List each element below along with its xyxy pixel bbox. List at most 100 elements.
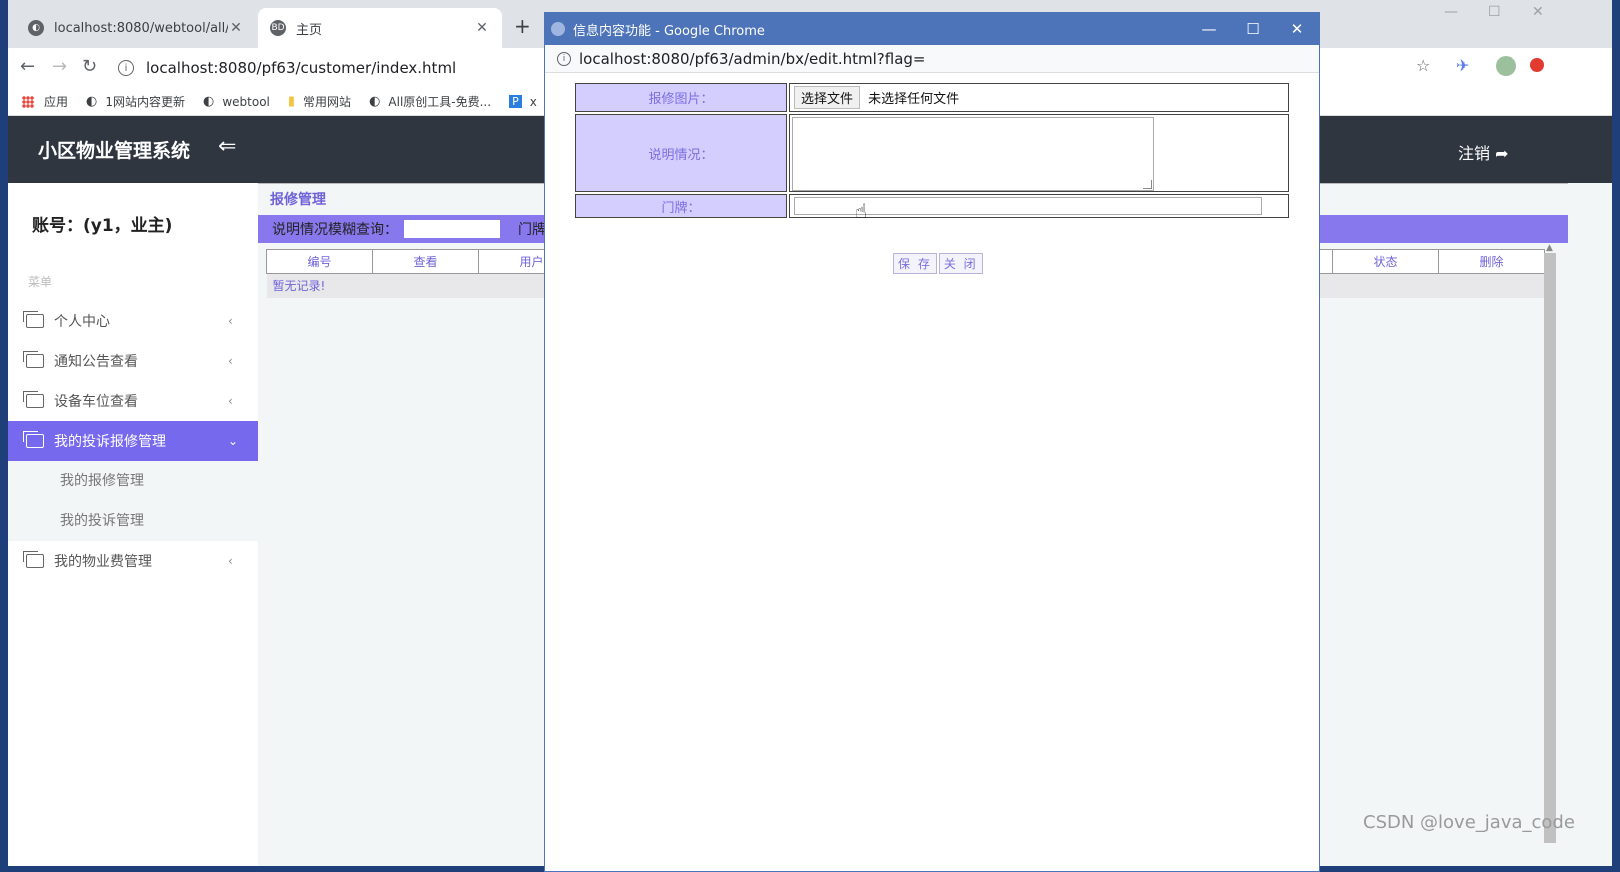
description-field [789, 114, 1289, 192]
image-label: 报修图片： [575, 83, 787, 112]
column-header: 状态 [1332, 249, 1439, 274]
scroll-thumb[interactable] [1544, 253, 1556, 843]
choose-file-button[interactable]: 选择文件 [794, 86, 861, 109]
maximize-icon[interactable]: ☐ [1488, 4, 1501, 20]
globe-icon: ◐ [369, 94, 381, 109]
search-input[interactable] [404, 220, 500, 238]
sidebar-item-complaints-repairs[interactable]: 我的投诉报修管理 ⌄ [8, 421, 258, 461]
popup-title: 信息内容功能 - Google Chrome [573, 23, 765, 39]
bookmark-item[interactable]: P x [509, 95, 537, 109]
hand-cursor-icon: ☝ [855, 199, 868, 223]
description-label: 说明情况： [575, 114, 787, 192]
chevron-down-icon: ⌄ [228, 434, 239, 448]
repair-form: 报修图片： 选择文件 未选择任何文件 说明情况： 门牌： [573, 81, 1291, 220]
profile-avatar[interactable] [1496, 56, 1516, 76]
apps-grid-icon [22, 95, 34, 108]
bookmark-label: 1网站内容更新 [105, 95, 185, 109]
column-header: 编号 [266, 249, 373, 274]
sidebar-item-label: 设备车位查看 [54, 394, 138, 410]
bookmark-apps[interactable]: 应用 [22, 93, 68, 110]
forward-icon[interactable]: → [52, 56, 67, 77]
minimize-icon[interactable]: — [1187, 20, 1231, 38]
back-icon[interactable]: ← [20, 56, 35, 77]
star-icon[interactable]: ☆ [1416, 56, 1430, 75]
sidebar-item-label: 通知公告查看 [54, 354, 138, 370]
popup-address-bar[interactable]: i localhost:8080/pf63/admin/bx/edit.html… [545, 45, 1319, 73]
bookmark-label: All原创工具-免费... [388, 95, 492, 109]
tab-home[interactable]: BD 主页 ✕ [258, 8, 502, 48]
sidebar-item-personal-center[interactable]: 个人中心 ‹ [8, 301, 258, 341]
bookmark-item[interactable]: ◐ 1网站内容更新 [86, 93, 185, 110]
bookmark-label: x [529, 94, 537, 109]
column-header: 查看 [372, 249, 479, 274]
column-header: 删除 [1438, 249, 1545, 274]
bookmark-label: webtool [222, 94, 270, 109]
bookmark-item[interactable]: ◐ All原创工具-免费... [369, 93, 491, 110]
menu-toggle-icon[interactable]: ⇐ [218, 134, 236, 159]
folder-icon: ▮ [287, 94, 296, 109]
scroll-up-icon[interactable]: ▲ [1546, 243, 1553, 253]
bookmark-label: 常用网站 [303, 95, 352, 109]
new-tab-button[interactable]: + [514, 14, 531, 38]
sidebar-item-property-fees[interactable]: 我的物业费管理 ‹ [8, 541, 258, 581]
extension-icon[interactable]: ✈ [1456, 56, 1469, 75]
info-icon[interactable]: i [118, 60, 134, 76]
window-icon [23, 391, 44, 408]
save-button[interactable]: 保 存 [893, 253, 937, 274]
window-icon [23, 551, 44, 568]
globe-icon [551, 22, 565, 36]
chevron-left-icon: ‹ [228, 394, 233, 408]
window-icon [23, 431, 44, 448]
search-label: 说明情况模糊查询： [272, 222, 398, 238]
globe-icon: ◐ [28, 20, 44, 36]
sidebar: 账号：(y1，业主) 菜单 个人中心 ‹ 通知公告查看 ‹ 设备车位查看 ‹ 我… [8, 183, 258, 866]
sidebar-item-label: 我的物业费管理 [54, 554, 152, 570]
maximize-icon[interactable]: ☐ [1231, 20, 1275, 38]
tab-title: 主页 [296, 22, 323, 38]
p-icon: P [509, 95, 522, 108]
logout-icon: ➦ [1495, 144, 1509, 163]
tab-webtool[interactable]: ◐ localhost:8080/webtool/all/in ✕ [16, 8, 256, 48]
scrollbar[interactable]: ▲ [1540, 243, 1556, 843]
globe-icon: ◐ [86, 94, 98, 109]
submenu-item-complaints[interactable]: 我的投诉管理 [8, 501, 258, 541]
logout-label: 注销 [1458, 144, 1491, 163]
address-text: localhost:8080/pf63/customer/index.html [146, 59, 457, 77]
close-window-icon[interactable]: ✕ [1532, 4, 1544, 20]
bd-icon: BD [270, 20, 286, 36]
window-icon [23, 351, 44, 368]
popup-titlebar: 信息内容功能 - Google Chrome — ☐ ✕ [545, 13, 1319, 45]
logout-button[interactable]: 注销 ➦ [1458, 140, 1509, 164]
watermark: CSDN @love_java_code [1363, 812, 1575, 833]
menu-caption: 菜单 [28, 275, 53, 289]
submenu-item-repairs[interactable]: 我的报修管理 [8, 461, 258, 501]
tab-title: localhost:8080/webtool/all/in [54, 20, 228, 36]
chevron-left-icon: ‹ [228, 354, 233, 368]
form-buttons: 保 存 关 闭 [893, 253, 983, 274]
description-textarea[interactable] [792, 117, 1154, 191]
reload-icon[interactable]: ↻ [82, 56, 97, 77]
bookmark-folder[interactable]: ▮ 常用网站 [288, 93, 351, 110]
bookmark-label: 应用 [44, 95, 69, 109]
window-icon [23, 311, 44, 328]
sidebar-item-notices[interactable]: 通知公告查看 ‹ [8, 341, 258, 381]
close-window-icon[interactable]: ✕ [1275, 20, 1319, 38]
sidebar-item-label: 个人中心 [54, 314, 110, 330]
account-info: 账号：(y1，业主) [32, 216, 173, 236]
popup-window: 信息内容功能 - Google Chrome — ☐ ✕ i localhost… [544, 12, 1320, 872]
adblock-icon[interactable] [1530, 58, 1544, 72]
info-icon[interactable]: i [557, 51, 571, 66]
submenu: 我的报修管理 我的投诉管理 [8, 461, 258, 541]
minimize-icon[interactable]: — [1444, 4, 1458, 20]
close-icon[interactable]: ✕ [474, 20, 490, 36]
chevron-left-icon: ‹ [228, 554, 233, 568]
bookmark-item[interactable]: ◐ webtool [203, 94, 270, 109]
form-row-description: 说明情况： [575, 114, 1289, 192]
form-row-door: 门牌： [575, 194, 1289, 218]
close-button[interactable]: 关 闭 [938, 253, 983, 274]
image-field: 选择文件 未选择任何文件 [789, 83, 1289, 112]
sidebar-item-parking[interactable]: 设备车位查看 ‹ [8, 381, 258, 421]
door-label: 门牌： [575, 194, 787, 218]
close-icon[interactable]: ✕ [228, 20, 244, 36]
form-row-image: 报修图片： 选择文件 未选择任何文件 [575, 83, 1289, 112]
